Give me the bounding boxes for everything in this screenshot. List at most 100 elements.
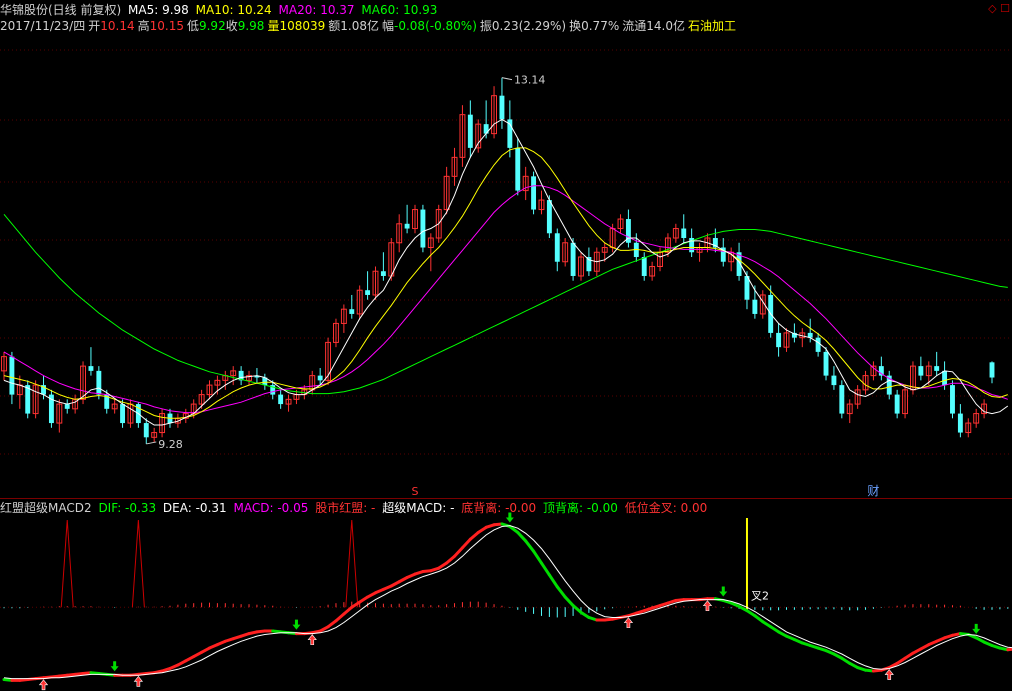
pane-divider — [0, 498, 1012, 499]
sector-value: 石油加工 — [687, 19, 736, 33]
death-cross-arrow-icon — [972, 623, 981, 634]
dif-segment — [468, 530, 480, 541]
marker-s: S — [412, 485, 419, 498]
candle-body-down — [839, 385, 845, 414]
close-label: 收 — [225, 19, 238, 33]
low-value: 9.92 — [198, 19, 226, 33]
indicator-name: 红盟超级MACD2 — [0, 501, 92, 515]
dif-segment — [524, 539, 536, 553]
candle-body-down — [934, 366, 940, 371]
candle-body-down — [120, 404, 126, 424]
ma5-value: MA5: 9.98 — [128, 3, 189, 17]
ma60-line — [3, 213, 1008, 395]
turnover-value: 换0.77% — [569, 19, 620, 33]
candle-body-down — [957, 413, 963, 433]
ma20-value: MA20: 10.37 — [278, 3, 355, 17]
dif-segment — [547, 573, 559, 589]
candle-body-down — [365, 290, 371, 295]
ma10-value: MA10: 10.24 — [195, 3, 272, 17]
ma60-value: MA60: 10.93 — [361, 3, 438, 17]
candle-body-down — [515, 147, 521, 191]
stock-title: 华锦股份(日线 前复权) — [0, 3, 122, 17]
candle-body-down — [894, 394, 900, 414]
low-label: 低 — [186, 19, 199, 33]
candle-body-down — [467, 114, 473, 148]
dif-segment — [445, 554, 457, 565]
volume-label: 量 — [267, 19, 280, 33]
dea-line — [3, 525, 1012, 680]
super-macd-value: 超级MACD: - — [382, 501, 455, 515]
candle-body-down — [278, 394, 284, 405]
candle-body-down — [64, 404, 70, 409]
candle-body-down — [420, 209, 426, 248]
candle-body-down — [989, 362, 995, 378]
dif-segment — [571, 604, 583, 614]
indicator-spike — [345, 519, 359, 608]
death-cross-arrow-icon — [719, 586, 728, 597]
candle-body-down — [641, 257, 647, 276]
indicator-header: 红盟超级MACD2 DIF: -0.33 DEA: -0.31 MACD: -0… — [0, 500, 710, 516]
golden-cross-arrow-icon — [307, 634, 317, 646]
candle-body-down — [546, 200, 552, 234]
candle-body-down — [88, 366, 94, 371]
chart-canvas: 13.14 9.28 S 财叉2 — [0, 49, 1012, 691]
candle-body-down — [815, 337, 821, 352]
dif-value: DIF: -0.33 — [98, 501, 157, 515]
golden-cross-arrow-icon — [133, 675, 143, 687]
candle-body-down — [349, 309, 355, 314]
ma20-line — [3, 185, 1008, 414]
candle-body-down — [942, 370, 948, 386]
volume-value: 108039 — [279, 19, 326, 33]
ma10-line — [3, 147, 1008, 419]
open-value: 10.14 — [100, 19, 135, 33]
dif-segment — [453, 546, 464, 558]
close-value: 9.98 — [237, 19, 265, 33]
dif-segment — [539, 561, 551, 577]
top-divergence-value: 顶背离: -0.00 — [542, 501, 618, 515]
high-label: 13.14 — [514, 74, 546, 87]
candle-body-down — [831, 375, 837, 386]
golden-cross-arrow-icon — [38, 679, 49, 691]
amount-value: 额1.08亿 — [328, 19, 379, 33]
candle-body-down — [950, 385, 955, 414]
dif-segment — [532, 549, 543, 565]
dif-segment — [1006, 647, 1012, 652]
low-pointer — [146, 441, 157, 445]
float-cap-value: 流通14.0亿 — [622, 19, 685, 33]
cross-label: 叉2 — [751, 589, 769, 602]
candle-body-down — [752, 299, 758, 314]
window-control-icon[interactable]: ◇ ☐ — [988, 2, 1010, 15]
candle-body-down — [404, 223, 410, 229]
indicator-spike — [131, 519, 145, 608]
high-label: 高 — [137, 19, 150, 33]
golden-cross-arrow-icon — [623, 617, 634, 629]
change-label: 幅 — [382, 19, 395, 33]
candle-body-down — [9, 356, 15, 395]
candle-body-down — [570, 242, 576, 276]
candle-body-down — [317, 375, 323, 381]
candle-body-down — [96, 370, 102, 395]
price-header-line2: 2017/11/23/四 开10.14 高10.15 低9.92收9.98 量10803… — [0, 18, 739, 34]
candle-body-down — [776, 332, 782, 348]
candle-body-down — [554, 233, 560, 262]
dif-segment — [342, 605, 354, 616]
candle-body-down — [380, 271, 386, 276]
candle-body-down — [823, 351, 829, 376]
high-pointer — [501, 77, 513, 81]
ma5-line — [3, 118, 1009, 426]
candle-body-down — [918, 366, 924, 376]
candle-body-down — [25, 385, 31, 414]
dea-value: DEA: -0.31 — [162, 501, 227, 515]
low-cross-value: 低位金叉: 0.00 — [624, 501, 708, 515]
candle-body-down — [499, 95, 505, 120]
open-label: 开 — [88, 19, 101, 33]
indicator-spike — [60, 519, 74, 608]
candle-body-down — [143, 423, 149, 438]
marker-cai: 财 — [867, 484, 879, 498]
dif-segment — [516, 530, 528, 543]
macd-value: MACD: -0.05 — [233, 501, 309, 515]
bottom-divergence-value: 底背离: -0.00 — [461, 501, 537, 515]
date-value: 2017/11/23/四 — [0, 19, 86, 33]
high-value: 10.15 — [149, 19, 184, 33]
candle-body-down — [531, 176, 537, 210]
